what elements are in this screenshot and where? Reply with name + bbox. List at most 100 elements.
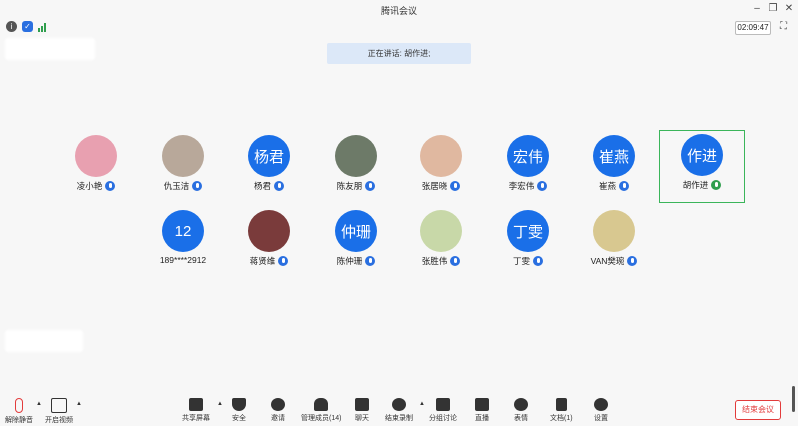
meeting-toolbar: 解除静音 ▲ 开启视频 ▲ 共享屏幕 ▲ 安全 邀请 管理成员(14) 聊天 结… — [0, 392, 798, 426]
participant-tile[interactable]: 凌小艳 — [55, 130, 137, 200]
chevron-up-icon[interactable]: ▲ — [76, 401, 82, 407]
mic-icon — [274, 181, 284, 191]
add-user-icon — [271, 398, 285, 411]
avatar: 崔燕 — [593, 135, 635, 177]
avatar: 杨君 — [248, 135, 290, 177]
share-screen-button[interactable]: 共享屏幕 ▲ — [182, 398, 223, 423]
avatar: 作进 — [681, 134, 723, 176]
avatar — [593, 210, 635, 252]
participant-name: VAN樊琬 — [590, 256, 625, 266]
mic-icon — [192, 181, 203, 191]
shield-icon — [232, 398, 246, 411]
avatar: 12 — [162, 210, 204, 252]
window-title: 腾讯会议 — [380, 6, 417, 16]
participant-name: 李宏伟 — [508, 181, 535, 191]
mic-icon — [365, 181, 376, 191]
meeting-timer: 02:09:47 — [735, 21, 771, 35]
mic-icon — [450, 181, 461, 191]
participant-tile[interactable]: 丁雯 丁雯 — [487, 205, 569, 275]
scrollbar[interactable] — [792, 386, 795, 412]
mic-speaking-icon — [711, 180, 722, 190]
signal-icon[interactable] — [38, 22, 46, 32]
emoji-icon — [514, 398, 528, 411]
document-icon — [555, 398, 567, 411]
participant-tile[interactable]: 仲珊 陈仲珊 — [315, 205, 397, 275]
participant-tile[interactable]: 张胜伟 — [400, 205, 482, 275]
participant-tile[interactable]: 张居晓 — [400, 130, 482, 200]
manage-members-button[interactable]: 管理成员(14) — [301, 398, 341, 423]
participant-name: 仇玉洁 — [163, 181, 190, 191]
close-icon[interactable]: ✕ — [782, 2, 796, 16]
info-icon[interactable]: i — [6, 21, 17, 32]
mic-icon — [537, 181, 548, 191]
participant-tile[interactable]: 宏伟 李宏伟 — [487, 130, 569, 200]
participant-name: 丁雯 — [512, 256, 530, 266]
participant-name: 陈仲珊 — [336, 256, 363, 266]
avatar: 仲珊 — [335, 210, 377, 252]
chevron-up-icon[interactable]: ▲ — [36, 401, 42, 407]
record-icon — [392, 398, 406, 411]
mic-icon — [278, 256, 289, 266]
avatar — [420, 210, 462, 252]
chevron-up-icon[interactable]: ▲ — [419, 401, 425, 407]
mic-icon — [619, 181, 629, 191]
screen-share-icon — [189, 398, 203, 411]
redacted-area — [5, 330, 83, 352]
avatar: 丁雯 — [507, 210, 549, 252]
restore-icon[interactable]: ❐ — [766, 2, 780, 16]
avatar — [75, 135, 117, 177]
avatar — [420, 135, 462, 177]
speaking-indicator: 正在讲话: 胡作进; — [327, 43, 471, 64]
participant-name: 崔燕 — [598, 181, 616, 191]
participant-tile[interactable]: 陈友朋 — [315, 130, 397, 200]
chevron-up-icon[interactable]: ▲ — [217, 401, 223, 407]
participant-name: 蒋贤维 — [249, 256, 276, 266]
participant-name: 张胜伟 — [421, 256, 448, 266]
live-icon — [475, 398, 489, 411]
end-recording-button[interactable]: 结束录制 ▲ — [385, 398, 425, 423]
participant-tile[interactable]: 仇玉洁 — [142, 130, 224, 200]
redacted-area — [5, 38, 95, 60]
chat-icon — [355, 398, 369, 411]
mic-muted-icon — [15, 398, 23, 413]
participant-name: 陈友朋 — [336, 181, 363, 191]
security-button[interactable]: 安全 — [232, 398, 246, 423]
participant-tile[interactable]: VAN樊琬 — [573, 205, 655, 275]
members-icon — [314, 398, 329, 411]
participant-tile[interactable]: 杨君 杨君 — [228, 130, 310, 200]
camera-off-icon — [51, 398, 67, 413]
start-video-button[interactable]: 开启视频 ▲ — [45, 398, 82, 425]
mic-icon — [627, 256, 638, 266]
title-bar: 腾讯会议 – ❐ ✕ — [0, 0, 798, 20]
end-meeting-button[interactable]: 结束会议 — [735, 400, 781, 420]
participant-tile-active[interactable]: 作进 胡作进 — [659, 130, 745, 203]
participant-name: 杨君 — [253, 181, 271, 191]
documents-button[interactable]: 文档(1) — [550, 398, 573, 423]
invite-button[interactable]: 邀请 — [271, 398, 285, 423]
mic-icon — [365, 256, 376, 266]
participant-name: 张居晓 — [421, 181, 448, 191]
live-button[interactable]: 直播 — [475, 398, 489, 423]
chat-button[interactable]: 聊天 — [355, 398, 369, 423]
unmute-button[interactable]: 解除静音 ▲ — [5, 398, 42, 425]
avatar: 宏伟 — [507, 135, 549, 177]
participant-tile[interactable]: 崔燕 崔燕 — [573, 130, 655, 200]
settings-button[interactable]: 设置 — [594, 398, 608, 423]
participant-tile[interactable]: 12 189****2912 — [142, 205, 224, 275]
avatar — [335, 135, 377, 177]
gear-icon — [594, 398, 608, 411]
mic-icon — [450, 256, 461, 266]
participant-name: 凌小艳 — [76, 181, 103, 191]
participant-tile[interactable]: 蒋贤维 — [228, 205, 310, 275]
minimize-icon[interactable]: – — [750, 2, 764, 16]
mic-icon — [105, 181, 116, 191]
reactions-button[interactable]: 表情 — [514, 398, 528, 423]
status-icons: i ✓ — [6, 21, 46, 32]
fullscreen-icon[interactable]: ⛶ — [780, 21, 787, 32]
breakout-rooms-button[interactable]: 分组讨论 — [429, 398, 457, 423]
mic-icon — [533, 256, 543, 266]
shield-icon[interactable]: ✓ — [22, 21, 33, 32]
participant-name: 胡作进 — [682, 180, 709, 190]
avatar — [248, 210, 290, 252]
avatar — [162, 135, 204, 177]
